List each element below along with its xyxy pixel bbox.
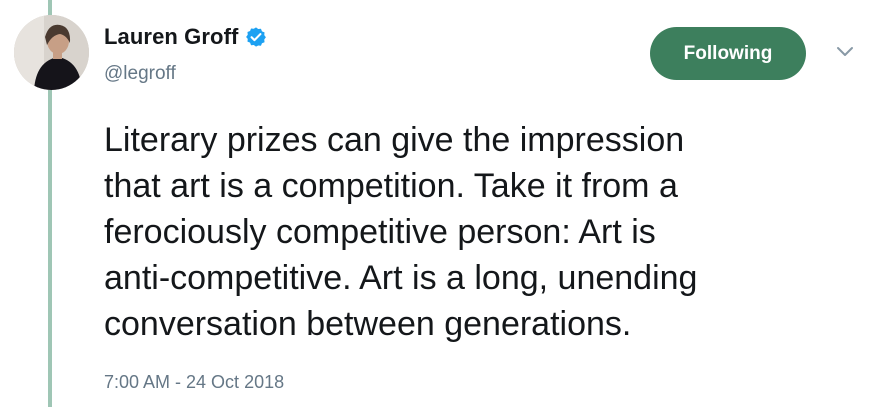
user-handle[interactable]: @legroff [104, 63, 176, 85]
verified-badge-icon [245, 26, 267, 48]
tweet-card: Lauren Groff @legroff Following Literary… [0, 0, 877, 407]
chevron-down-icon[interactable] [834, 44, 856, 60]
following-button[interactable]: Following [650, 27, 806, 80]
avatar-image [14, 15, 89, 90]
tweet-timestamp[interactable]: 7:00 AM - 24 Oct 2018 [104, 372, 284, 393]
display-name[interactable]: Lauren Groff [104, 24, 238, 50]
avatar[interactable] [14, 15, 89, 90]
tweet-text: Literary prizes can give the impression … [104, 121, 698, 343]
author-name-row[interactable]: Lauren Groff [104, 24, 267, 50]
